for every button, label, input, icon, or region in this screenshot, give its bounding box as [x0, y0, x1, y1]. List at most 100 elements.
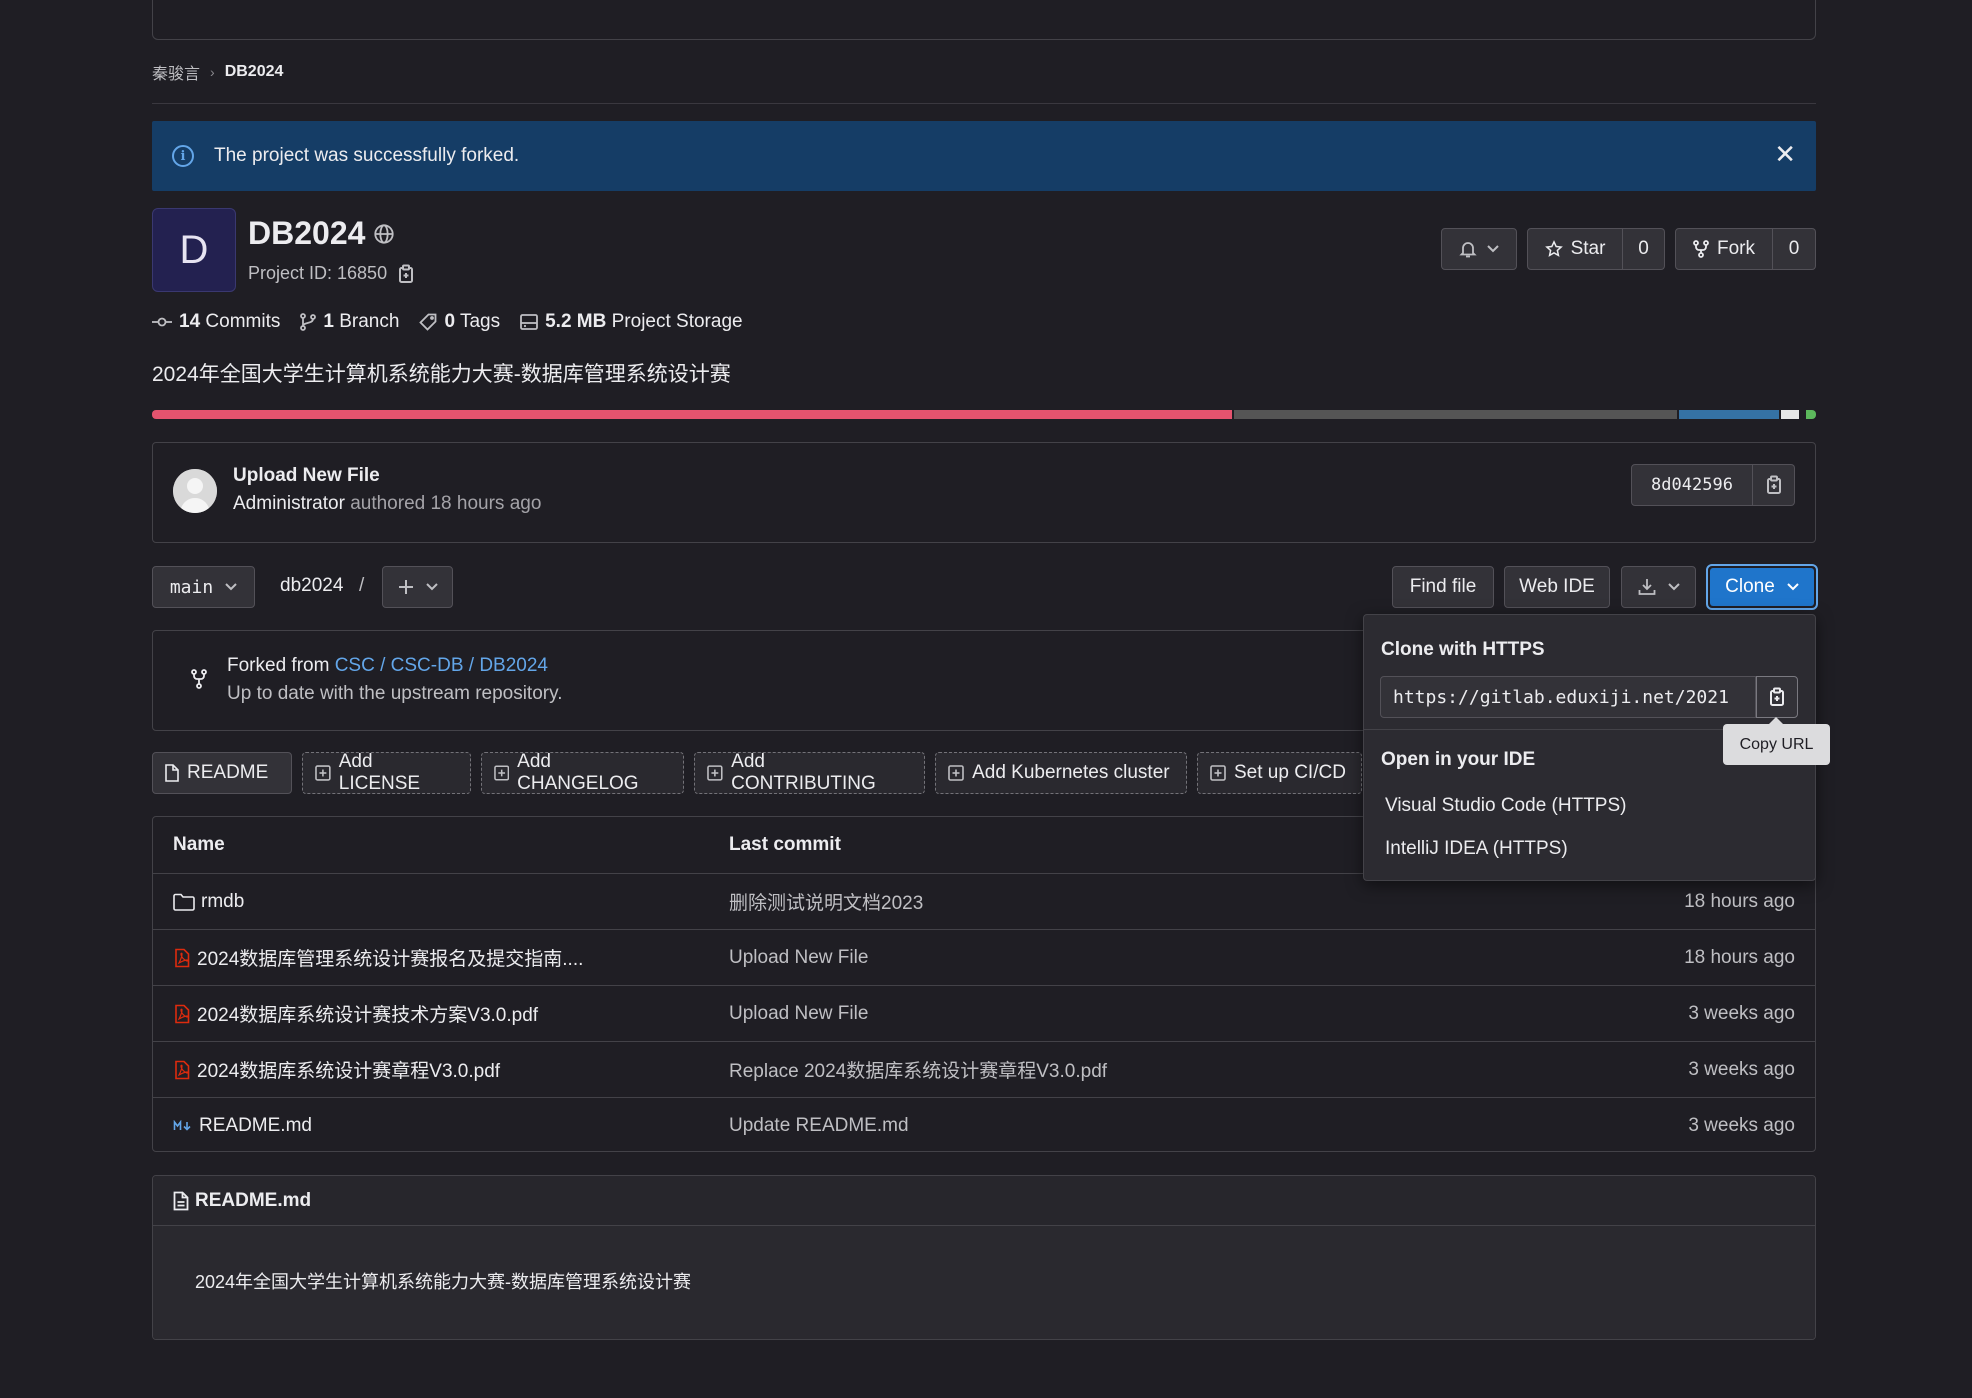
upstream-link[interactable]: CSC / CSC-DB / DB2024: [335, 655, 548, 676]
file-name-cell[interactable]: 2024数据库系统设计赛技术方案V3.0.pdf: [173, 1000, 538, 1027]
add-file-button[interactable]: Set up CI/CD: [1196, 752, 1362, 794]
file-name[interactable]: README.md: [199, 1115, 312, 1137]
fork-count[interactable]: 0: [1773, 228, 1816, 270]
web-ide-button[interactable]: Web IDE: [1504, 566, 1610, 608]
commit-author[interactable]: Administrator: [233, 493, 345, 514]
commit-title[interactable]: Upload New File: [233, 465, 380, 487]
language-segment[interactable]: [1780, 410, 1799, 419]
star-label: Star: [1570, 238, 1606, 259]
file-add-icon: [948, 765, 964, 781]
button-label: Add CHANGELOG: [517, 752, 639, 794]
branch-stat[interactable]: 1 Branch: [300, 311, 399, 333]
project-title: DB2024: [248, 215, 366, 251]
file-name[interactable]: 2024数据库系统设计赛技术方案V3.0.pdf: [197, 1000, 538, 1027]
add-file-button[interactable]: Add Kubernetes cluster: [935, 752, 1187, 794]
clone-url-input[interactable]: https://gitlab.eduxiji.net/2021: [1380, 676, 1756, 718]
breadcrumb-owner[interactable]: 秦骏言: [152, 60, 200, 84]
chevron-down-icon: [225, 583, 237, 591]
globe-icon: [374, 223, 395, 244]
close-icon[interactable]: ✕: [1774, 141, 1796, 167]
default-avatar-icon: [173, 469, 217, 513]
repo-path[interactable]: db2024: [280, 575, 343, 597]
file-last-commit[interactable]: Replace 2024数据库系统设计赛章程V3.0.pdf: [729, 1056, 1107, 1083]
language-segment[interactable]: [1234, 410, 1678, 419]
add-file-button[interactable]: Add CHANGELOG: [480, 752, 685, 794]
pdf-icon: [175, 948, 190, 967]
table-row[interactable]: README.md Update README.md 3 weeks ago: [153, 1097, 1815, 1151]
tags-label: Tags: [459, 311, 501, 332]
storage-stat[interactable]: 5.2 MB Project Storage: [520, 311, 743, 333]
file-last-commit[interactable]: Upload New File: [729, 947, 868, 969]
file-add-icon: [707, 765, 723, 781]
open-in-ide-heading: Open in your IDE: [1381, 749, 1536, 770]
file-icon: [173, 1191, 189, 1210]
commit-time: authored 18 hours ago: [350, 493, 542, 514]
fork-icon: [191, 669, 207, 689]
clone-https-heading: Clone with HTTPS: [1381, 639, 1545, 660]
copy-url-tooltip: Copy URL: [1723, 717, 1830, 765]
fork-button[interactable]: Fork: [1675, 228, 1773, 270]
readme-button[interactable]: README: [152, 752, 292, 794]
chevron-down-icon: [1487, 245, 1499, 253]
project-id-row: Project ID: 16850: [248, 263, 415, 284]
table-row[interactable]: 2024数据库系统设计赛技术方案V3.0.pdf Upload New File 3…: [153, 985, 1815, 1041]
add-to-tree-button[interactable]: [382, 566, 453, 608]
language-segment[interactable]: [152, 410, 1233, 419]
alert-message: The project was successfully forked.: [214, 145, 520, 166]
breadcrumb-project[interactable]: DB2024: [225, 63, 284, 81]
branch-selector[interactable]: main: [152, 566, 255, 608]
ide-option-intellij[interactable]: IntelliJ IDEA (HTTPS): [1385, 838, 1568, 860]
last-commit-panel: Upload New File Administrator authored 1…: [152, 442, 1816, 543]
repository-language-bar[interactable]: [152, 410, 1816, 419]
file-last-commit[interactable]: Update README.md: [729, 1115, 909, 1137]
file-name-cell[interactable]: README.md: [173, 1115, 312, 1137]
file-commit-date: 3 weeks ago: [1688, 1058, 1795, 1080]
add-file-button[interactable]: Add CONTRIBUTING: [694, 752, 926, 794]
readme-filename[interactable]: README.md: [195, 1190, 311, 1212]
language-segment[interactable]: [1806, 410, 1816, 419]
commits-count: 14: [179, 311, 201, 332]
copy-url-button[interactable]: [1756, 676, 1798, 718]
copy-project-id-icon[interactable]: [397, 264, 415, 284]
file-last-commit[interactable]: Upload New File: [729, 1003, 868, 1025]
ide-option-vscode[interactable]: Visual Studio Code (HTTPS): [1385, 795, 1626, 817]
table-row[interactable]: rmdb 删除测试说明文档2023 18 hours ago: [153, 873, 1815, 929]
file-add-icon: [1210, 765, 1226, 781]
file-name[interactable]: rmdb: [201, 891, 244, 913]
project-stats: 14 Commits 1 Branch 0 Tags 5.2 MB Projec…: [152, 311, 743, 333]
language-segment[interactable]: [1679, 410, 1779, 419]
copy-sha-button[interactable]: [1753, 464, 1795, 506]
readme-panel: README.md 2024年全国大学生计算机系统能力大赛-数据库管理系统设计赛: [152, 1175, 1816, 1340]
file-name-cell[interactable]: rmdb: [173, 891, 244, 913]
forked-from-label: Forked from: [227, 655, 330, 676]
commit-icon: [152, 317, 172, 327]
project-buttons: README Add LICENSE Add CHANGELOG Add CONTRI…: [152, 752, 1362, 794]
button-label: README: [187, 762, 269, 783]
file-commit-date: 18 hours ago: [1684, 946, 1795, 968]
file-name-cell[interactable]: 2024数据库系统设计赛章程V3.0.pdf: [173, 1056, 500, 1083]
file-name[interactable]: 2024数据库系统设计赛章程V3.0.pdf: [197, 1056, 500, 1083]
tags-stat[interactable]: 0 Tags: [419, 311, 500, 333]
find-file-button[interactable]: Find file: [1392, 566, 1494, 608]
star-count[interactable]: 0: [1623, 228, 1665, 270]
file-name-cell[interactable]: 2024数据库管理系统设计赛报名及提交指南....: [173, 944, 583, 971]
commit-sha-group: 8d042596: [1631, 464, 1795, 506]
table-row[interactable]: 2024数据库系统设计赛章程V3.0.pdf Replace 2024数据库系统设…: [153, 1041, 1815, 1097]
file-name[interactable]: 2024数据库管理系统设计赛报名及提交指南....: [197, 944, 583, 971]
plus-icon: [398, 580, 413, 594]
star-icon: [1544, 240, 1563, 257]
readme-header: README.md: [153, 1176, 1815, 1226]
clone-button[interactable]: Clone: [1706, 564, 1818, 610]
avatar[interactable]: [173, 469, 217, 513]
download-icon: [1638, 579, 1655, 595]
notification-button[interactable]: [1441, 228, 1517, 270]
table-row[interactable]: 2024数据库管理系统设计赛报名及提交指南.... Upload New File…: [153, 929, 1815, 985]
file-last-commit[interactable]: 删除测试说明文档2023: [729, 888, 923, 915]
language-segment[interactable]: [1800, 410, 1805, 419]
commit-sha[interactable]: 8d042596: [1631, 464, 1753, 506]
fork-group: Fork 0: [1675, 228, 1816, 270]
download-button[interactable]: [1621, 566, 1696, 608]
commits-stat[interactable]: 14 Commits: [152, 311, 280, 333]
star-button[interactable]: Star: [1527, 228, 1623, 270]
add-file-button[interactable]: Add LICENSE: [301, 752, 471, 794]
